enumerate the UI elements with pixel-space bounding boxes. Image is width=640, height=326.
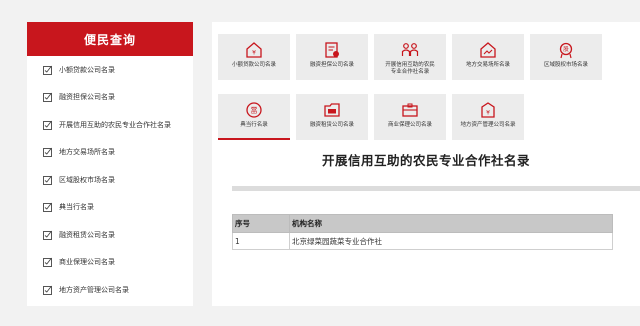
table-header-row: 序号 机构名称 (232, 214, 613, 233)
tile-asset-mgmt[interactable]: ¥ 地方资产管理公司名录 (452, 94, 524, 140)
asset-building-icon: ¥ (478, 100, 498, 120)
col-header-name: 机构名称 (289, 214, 613, 233)
svg-text:¥: ¥ (252, 50, 256, 57)
sidebar-item-cooperative[interactable]: 开展信用互助的农民专业合作社名录 (27, 111, 193, 139)
tile-label: 地方资产管理公司名录 (460, 122, 516, 128)
tile-pawn[interactable]: 當 典当行名录 (218, 94, 290, 140)
tile-label: 融资租赁公司名录 (309, 122, 354, 128)
main-panel: ¥ 小额贷款公司名录 融资担保公司名录 开展信用互助的农民 专业合作社名录 地方交… (212, 22, 640, 306)
sidebar-item-label: 开展信用互助的农民专业合作社名录 (59, 120, 171, 129)
tile-exchange[interactable]: 地方交易场所名录 (452, 34, 524, 80)
sidebar-item-label: 小额贷款公司名录 (59, 65, 115, 74)
tile-cooperative[interactable]: 开展信用互助的农民 专业合作社名录 (374, 34, 446, 80)
edit-checkbox-icon (43, 285, 53, 295)
tile-label-line2: 专业合作社名录 (390, 69, 430, 75)
tile-label: 小额贷款公司名录 (231, 62, 276, 68)
edit-checkbox-icon (43, 65, 53, 75)
sidebar-item-microloan[interactable]: 小额贷款公司名录 (27, 56, 193, 84)
people-icon (400, 40, 420, 60)
sidebar-item-equity-market[interactable]: 区域股权市场名录 (27, 166, 193, 194)
sidebar-item-label: 融资租赁公司名录 (59, 230, 115, 239)
sidebar-item-label: 地方资产管理公司名录 (59, 285, 129, 294)
edit-checkbox-icon (43, 175, 53, 185)
table-row: 1 北京绿菜园蔬菜专业合作社 (232, 232, 613, 250)
tile-factoring[interactable]: 商业保理公司名录 (374, 94, 446, 140)
cell-index: 1 (232, 232, 290, 250)
svg-text:¥: ¥ (486, 110, 490, 117)
edit-checkbox-icon (43, 230, 53, 240)
page-title: 开展信用互助的农民专业合作社名录 (321, 153, 530, 168)
document-stamp-icon (322, 40, 342, 60)
cell-name: 北京绿菜园蔬菜专业合作社 (289, 232, 613, 250)
divider (232, 186, 640, 191)
tile-label-line1: 开展信用互助的农民 (385, 62, 435, 68)
svg-text:股: 股 (563, 46, 569, 53)
sidebar-item-exchange[interactable]: 地方交易场所名录 (27, 139, 193, 167)
svg-text:當: 當 (251, 106, 258, 115)
sidebar-item-pawn[interactable]: 典当行名录 (27, 194, 193, 222)
tile-label: 典当行名录 (240, 122, 268, 128)
equity-badge-icon: 股 (556, 40, 576, 60)
edit-checkbox-icon (43, 202, 53, 213)
tile-leasing[interactable]: 融资租赁公司名录 (296, 94, 368, 140)
trading-house-icon (478, 40, 498, 60)
institution-table: 序号 机构名称 1 北京绿菜园蔬菜专业合作社 (232, 214, 613, 250)
sidebar-item-label: 地方交易场所名录 (59, 148, 115, 157)
edit-checkbox-icon (43, 92, 53, 103)
sidebar: 便民查询 小额贷款公司名录 融资担保公司名录 开展信用互助的农民专业合作社名录 … (27, 22, 193, 306)
edit-checkbox-icon (43, 257, 53, 268)
tile-label: 融资担保公司名录 (309, 62, 354, 68)
tile-label-multiline: 开展信用互助的农民 专业合作社名录 (383, 62, 437, 76)
sidebar-item-guarantee[interactable]: 融资担保公司名录 (27, 84, 193, 112)
sidebar-item-label: 区域股权市场名录 (59, 175, 115, 184)
sidebar-list: 小额贷款公司名录 融资担保公司名录 开展信用互助的农民专业合作社名录 地方交易场… (27, 56, 193, 304)
tile-guarantee[interactable]: 融资担保公司名录 (296, 34, 368, 80)
tile-label: 商业保理公司名录 (387, 122, 432, 128)
tile-equity-market[interactable]: 股 区域股权市场名录 (530, 34, 602, 80)
edit-checkbox-icon (43, 147, 53, 158)
sidebar-item-asset-mgmt[interactable]: 地方资产管理公司名录 (27, 276, 193, 304)
factoring-box-icon (400, 100, 420, 120)
sidebar-item-factoring[interactable]: 商业保理公司名录 (27, 249, 193, 277)
edit-checkbox-icon (43, 120, 53, 130)
tile-microloan[interactable]: ¥ 小额贷款公司名录 (218, 34, 290, 80)
tile-label: 区域股权市场名录 (543, 62, 588, 68)
col-header-index: 序号 (232, 214, 290, 233)
pawn-icon: 當 (244, 100, 264, 120)
house-coin-icon: ¥ (244, 40, 264, 60)
lease-folder-icon (322, 100, 342, 120)
tile-label: 地方交易场所名录 (465, 62, 510, 68)
sidebar-title: 便民查询 (27, 22, 193, 56)
sidebar-item-label: 融资担保公司名录 (59, 93, 115, 102)
sidebar-item-leasing[interactable]: 融资租赁公司名录 (27, 221, 193, 249)
sidebar-item-label: 典当行名录 (59, 203, 94, 212)
sidebar-item-label: 商业保理公司名录 (59, 258, 115, 267)
